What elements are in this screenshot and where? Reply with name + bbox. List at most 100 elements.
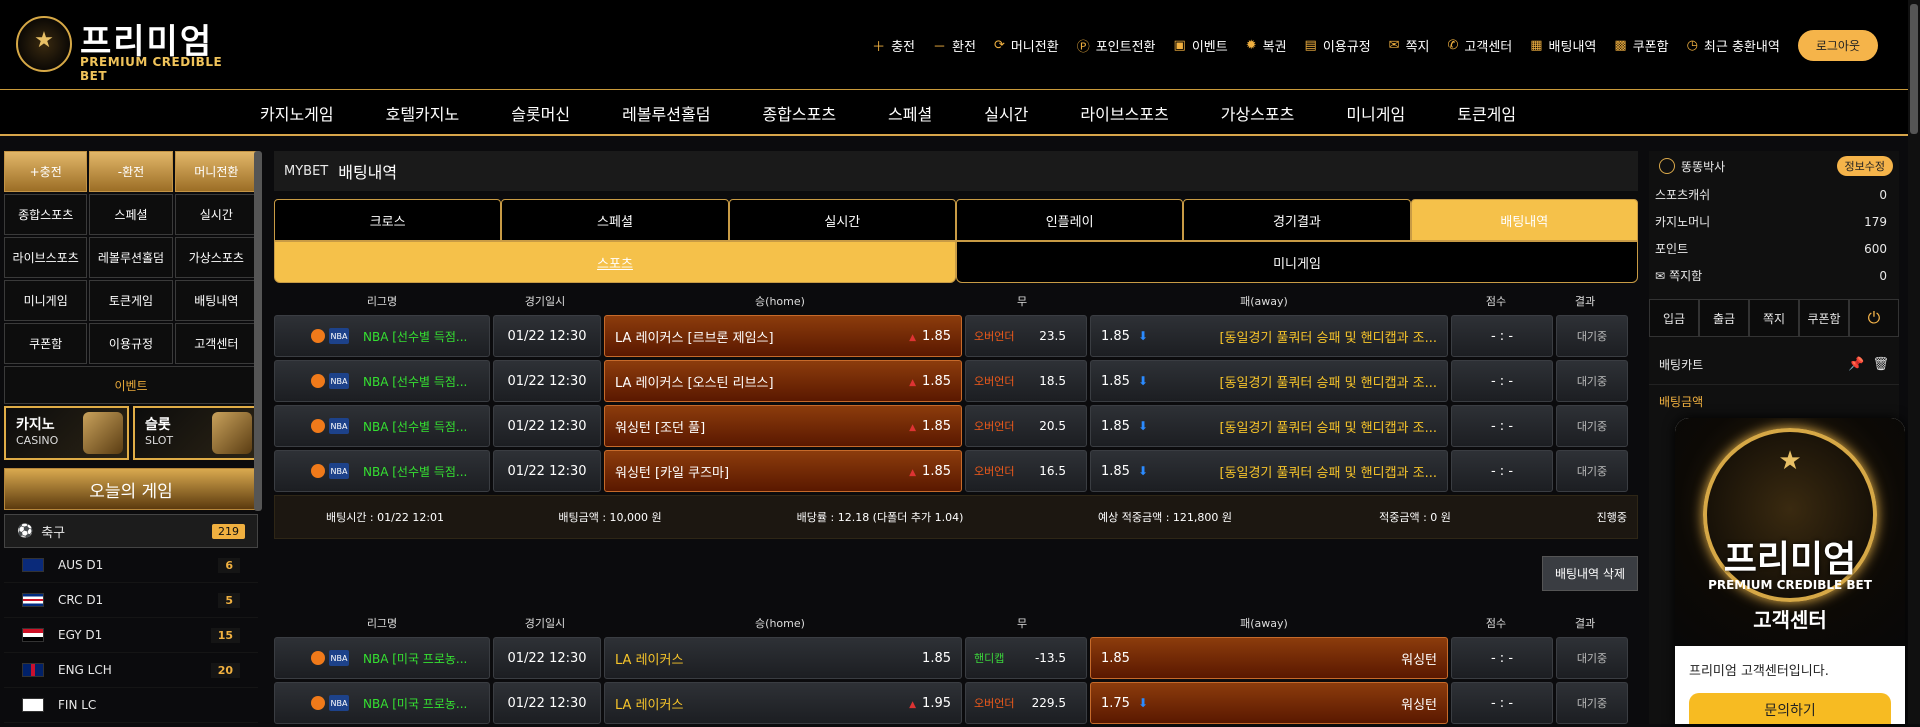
- left-sports-button[interactable]: 종합스포츠: [4, 194, 88, 235]
- league-item[interactable]: CRC D1 5: [4, 583, 258, 618]
- message-box[interactable]: ✉ 쪽지함 0: [1649, 262, 1899, 289]
- subtab-sports[interactable]: 스포츠: [274, 241, 956, 283]
- score-cell: - : -: [1451, 315, 1553, 357]
- nav-item-hotel-casino[interactable]: 호텔카지노: [386, 101, 460, 125]
- summary-rate: 배당률 : 12.18 (다폴더 추가 1.04): [796, 511, 964, 524]
- league-item[interactable]: EGY D1 15: [4, 618, 258, 653]
- left-event-button[interactable]: 이벤트: [4, 366, 258, 404]
- score-cell: - : -: [1451, 682, 1553, 724]
- nav-item-slot[interactable]: 슬롯머신: [511, 101, 570, 125]
- nav-item-live[interactable]: 실시간: [984, 101, 1028, 125]
- popup-brand: 프리미엄: [1723, 539, 1857, 580]
- nav-item-virtual[interactable]: 가상스포츠: [1221, 101, 1295, 125]
- tab-bet-history[interactable]: 배팅내역: [1410, 199, 1638, 241]
- league-cell: NBA NBA [선수별 득점...: [274, 450, 490, 492]
- left-withdraw-button[interactable]: -환전: [89, 151, 173, 192]
- left-virtual-button[interactable]: 가상스포츠: [174, 237, 258, 278]
- date-cell: 01/22 12:30: [493, 637, 601, 679]
- left-live-sports-button[interactable]: 라이브스포츠: [4, 237, 88, 278]
- nav-item-mini[interactable]: 미니게임: [1346, 101, 1405, 125]
- delete-history-button[interactable]: 배팅내역 삭제: [1541, 556, 1638, 591]
- draw-cell: 오버언더 16.5: [965, 450, 1087, 492]
- tab-live[interactable]: 실시간: [728, 199, 956, 241]
- league-item[interactable]: AUS D1 6: [4, 548, 258, 583]
- nav-item-sports[interactable]: 종합스포츠: [762, 101, 836, 125]
- inquiry-button[interactable]: 문의하기: [1689, 693, 1891, 724]
- plus-icon: ＋: [872, 40, 886, 55]
- league-count: 15: [210, 627, 240, 643]
- subtab-minigame[interactable]: 미니게임: [956, 241, 1638, 283]
- top-menu-bet-history[interactable]: ▦ 배팅내역: [1530, 36, 1596, 55]
- casino-banner[interactable]: 카지노 CASINO: [4, 406, 129, 460]
- pin-icon[interactable]: 📌: [1848, 357, 1864, 372]
- left-support-button[interactable]: 고객센터: [174, 323, 258, 364]
- arrow-up-icon: ▲: [909, 332, 917, 343]
- soccer-ball-icon: ⚽: [17, 523, 34, 539]
- left-deposit-button[interactable]: +충전: [4, 151, 88, 192]
- away-team: [동일경기 풀쿼터 승패 및 핸디캡과 조...: [1219, 465, 1437, 481]
- logo[interactable]: 프리미엄 PREMIUM CREDIBLE BET: [16, 14, 236, 83]
- tab-special[interactable]: 스페셜: [501, 199, 729, 241]
- slot-banner[interactable]: 슬롯 SLOT: [133, 406, 258, 460]
- top-menu-event[interactable]: ▣ 이벤트: [1174, 36, 1228, 55]
- logout-button[interactable]: 로그아웃: [1797, 30, 1878, 61]
- col-draw: 무: [1016, 617, 1028, 630]
- league-item[interactable]: FIN LC: [4, 688, 258, 723]
- left-rules-button[interactable]: 이용규정: [89, 323, 173, 364]
- left-live-button[interactable]: 실시간: [174, 194, 258, 235]
- star-icon: ★: [1778, 446, 1802, 476]
- top-menu-deposit[interactable]: ＋ 충전: [872, 36, 915, 55]
- tab-results[interactable]: 경기결과: [1183, 199, 1411, 241]
- withdraw-button[interactable]: 출금: [1699, 299, 1749, 337]
- tab-cross[interactable]: 크로스: [274, 199, 502, 241]
- left-holdem-button[interactable]: 레볼루션홀덤: [89, 237, 173, 278]
- left-bet-history-button[interactable]: 배팅내역: [174, 280, 258, 321]
- nav-item-casino[interactable]: 카지노게임: [260, 101, 334, 125]
- top-menu-support[interactable]: ✆ 고객센터: [1448, 36, 1513, 55]
- tab-inplay[interactable]: 인플레이: [955, 199, 1184, 241]
- sport-soccer[interactable]: ⚽ 축구 219: [4, 514, 258, 548]
- col-date: 경기일시: [524, 295, 566, 308]
- top-menu-message[interactable]: ✉ 쪽지: [1389, 36, 1430, 55]
- away-team: [동일경기 풀쿼터 승패 및 핸디캡과 조...: [1219, 420, 1437, 436]
- user-level-icon: [1659, 158, 1675, 174]
- left-special-button[interactable]: 스페셜: [89, 194, 173, 235]
- left-exchange-button[interactable]: 머니전환: [174, 151, 258, 192]
- power-icon[interactable]: ⏻: [1849, 299, 1899, 337]
- coupon-button[interactable]: 쿠폰함: [1799, 299, 1849, 337]
- nba-logo-icon: NBA: [329, 373, 349, 389]
- left-token-button[interactable]: 토큰게임: [89, 280, 173, 321]
- home-team: LA 레이커스: [615, 652, 684, 668]
- league-count: 5: [218, 592, 240, 608]
- arrow-down-icon: ⬇: [1137, 464, 1149, 478]
- basketball-icon: [311, 464, 325, 478]
- top-menu-coupon[interactable]: ▩ 쿠폰함: [1614, 36, 1668, 55]
- left-scrollbar[interactable]: [254, 151, 262, 511]
- home-odds: 1.85: [922, 463, 951, 479]
- draw-type: 오버언더: [974, 420, 1015, 433]
- nav-item-token[interactable]: 토큰게임: [1457, 101, 1516, 125]
- left-coupon-button[interactable]: 쿠폰함: [4, 323, 88, 364]
- nav-item-holdem[interactable]: 레볼루션홀덤: [622, 101, 710, 125]
- popup-title: 고객센터: [1753, 608, 1827, 632]
- top-menu-recent-history[interactable]: ◷ 최근 충환내역: [1687, 36, 1780, 55]
- top-menu-money-exchange[interactable]: ⟳ 머니전환: [994, 36, 1059, 55]
- league-item[interactable]: ENG LCH 20: [4, 653, 258, 688]
- top-menu-rules[interactable]: ▤ 이용규정: [1305, 36, 1371, 55]
- flag-icon: [22, 698, 44, 712]
- top-menu-lottery[interactable]: ✹ 복권: [1246, 36, 1287, 55]
- trash-icon[interactable]: 🗑: [1872, 357, 1889, 372]
- kv-value: 0: [1879, 187, 1887, 202]
- message-button[interactable]: 쪽지: [1749, 299, 1799, 337]
- summary-won: 적중금액 : 0 원: [1379, 511, 1451, 524]
- page-scrollbar[interactable]: [1908, 0, 1920, 724]
- edit-info-button[interactable]: 정보수정: [1836, 156, 1893, 176]
- col-home: 승(home): [755, 617, 805, 630]
- league-cell: NBA NBA [미국 프로농...: [274, 637, 490, 679]
- nav-item-special[interactable]: 스페셜: [888, 101, 932, 125]
- left-mini-button[interactable]: 미니게임: [4, 280, 88, 321]
- nav-item-live-sports[interactable]: 라이브스포츠: [1080, 101, 1168, 125]
- top-menu-withdraw[interactable]: － 환전: [933, 36, 976, 55]
- top-menu-point-exchange[interactable]: Ⓟ 포인트전환: [1077, 36, 1156, 55]
- deposit-button[interactable]: 입금: [1649, 299, 1699, 337]
